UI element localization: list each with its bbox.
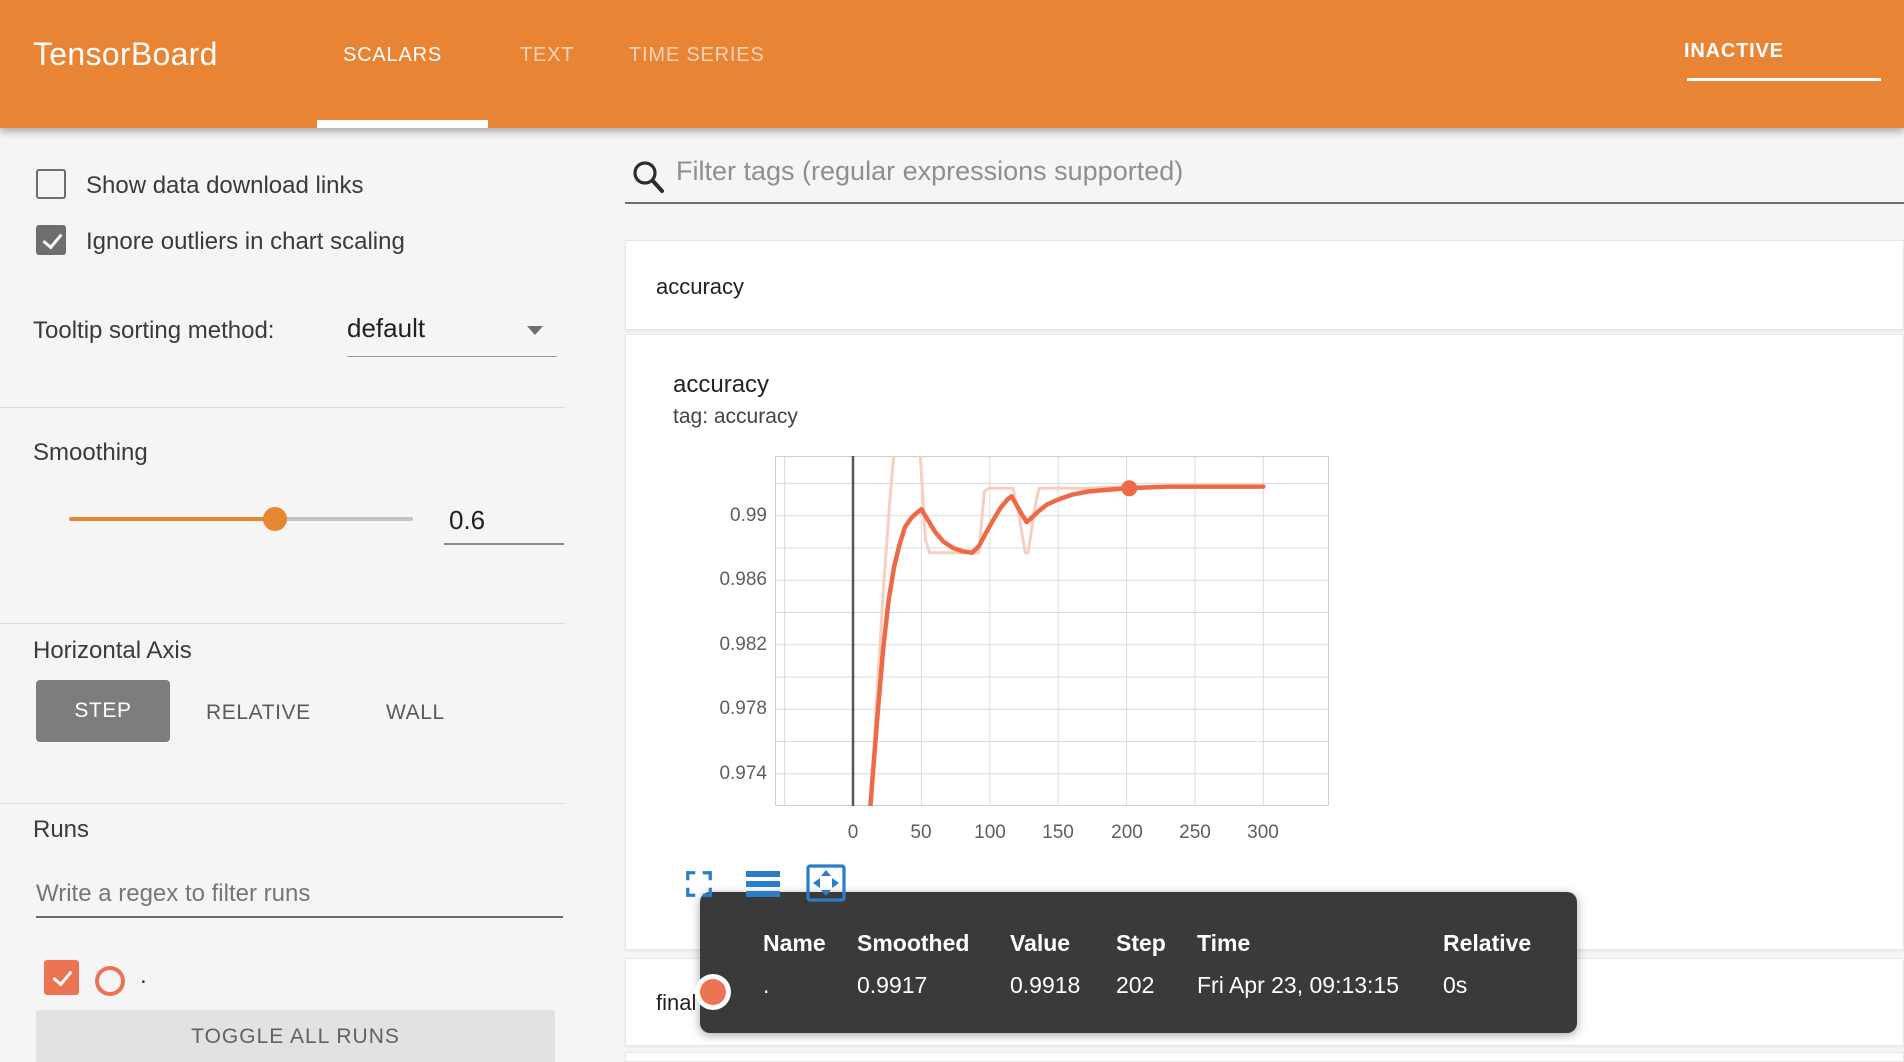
active-tab-underline (317, 120, 488, 128)
app-header: TensorBoard SCALARS TEXT TIME SERIES INA… (0, 0, 1904, 128)
smoothing-value[interactable]: 0.6 (449, 505, 485, 536)
smoothing-slider-track-filled[interactable] (69, 517, 274, 521)
chevron-down-icon[interactable] (527, 326, 543, 335)
fit-domain-icon[interactable] (805, 863, 847, 903)
status-selector[interactable]: INACTIVE (1684, 40, 1784, 63)
runs-label: Runs (33, 816, 89, 844)
chart-title: accuracy (673, 371, 769, 399)
tab-text[interactable]: TEXT (520, 44, 574, 67)
tab-scalars[interactable]: SCALARS (343, 44, 442, 67)
tensorboard-app: TensorBoard SCALARS TEXT TIME SERIES INA… (0, 0, 1904, 1062)
tooltip-col-name: Name (763, 930, 826, 957)
smoothing-value-underline (444, 543, 564, 545)
axis-option-wall[interactable]: WALL (386, 701, 445, 725)
x-tick-label: 0 (823, 822, 883, 844)
chart-subtitle: tag: accuracy (673, 405, 798, 429)
tooltip-run-swatch (695, 974, 731, 1010)
tooltip-sorting-label: Tooltip sorting method: (33, 317, 274, 345)
status-underline (1687, 78, 1881, 81)
tooltip-time-value: Fri Apr 23, 09:13:15 (1197, 972, 1399, 999)
x-tick-label: 200 (1097, 822, 1157, 844)
divider (0, 623, 565, 624)
dropdown-underline (347, 356, 557, 357)
axis-option-relative[interactable]: RELATIVE (206, 701, 311, 725)
show-download-links-label: Show data download links (86, 172, 364, 200)
tag-filter-input[interactable] (674, 155, 1678, 188)
run-filter-input[interactable] (36, 880, 563, 918)
tooltip-sorting-dropdown[interactable]: default (347, 313, 425, 344)
chart-plot[interactable] (775, 456, 1329, 806)
expand-selection-icon[interactable] (684, 869, 714, 899)
tab-time-series[interactable]: TIME SERIES (629, 44, 765, 67)
run-color-swatch[interactable] (95, 966, 125, 996)
y-tick-label: 0.99 (689, 505, 767, 527)
axis-option-step[interactable]: STEP (36, 680, 170, 742)
x-tick-label: 100 (960, 822, 1020, 844)
smoothing-label: Smoothing (33, 439, 148, 467)
x-tick-label: 250 (1165, 822, 1225, 844)
app-title: TensorBoard (33, 36, 218, 73)
section-header-accuracy[interactable]: accuracy (625, 240, 1904, 330)
y-tick-label: 0.986 (689, 569, 767, 591)
chart-card-accuracy: accuracy tag: accuracy 0.99 0.986 0.982 0.9… (625, 334, 1904, 950)
ignore-outliers-label: Ignore outliers in chart scaling (86, 228, 405, 256)
run-name: . (140, 962, 147, 990)
tag-filter-underline (625, 202, 1904, 204)
x-tick-label: 150 (1028, 822, 1088, 844)
y-tick-label: 0.974 (689, 763, 767, 785)
tooltip-raw-value: 0.9918 (1010, 972, 1080, 999)
chart-hover-tooltip: Name Smoothed Value Step Time Relative .… (700, 892, 1577, 1033)
run-color-dot (700, 979, 726, 1005)
section-title: final (656, 990, 696, 1016)
toggle-runs-list-icon[interactable] (744, 868, 782, 900)
y-tick-label: 0.982 (689, 634, 767, 656)
show-download-links-checkbox[interactable] (36, 169, 66, 199)
divider (0, 407, 565, 408)
checkmark-icon (53, 966, 73, 987)
divider (0, 803, 565, 804)
section-title: accuracy (656, 274, 744, 300)
search-icon (630, 158, 666, 198)
ignore-outliers-checkbox[interactable] (36, 225, 66, 255)
tooltip-run-name: . (763, 972, 769, 999)
smoothing-slider-thumb[interactable] (263, 507, 287, 531)
x-tick-label: 300 (1233, 822, 1293, 844)
tooltip-smoothed-value: 0.9917 (857, 972, 927, 999)
tooltip-col-time: Time (1197, 930, 1250, 957)
x-tick-label: 50 (891, 822, 951, 844)
toggle-all-runs-button[interactable]: TOGGLE ALL RUNS (36, 1010, 555, 1062)
y-tick-label: 0.978 (689, 698, 767, 720)
horizontal-axis-label: Horizontal Axis (33, 637, 192, 665)
next-card-partial (625, 1052, 1904, 1062)
tooltip-col-relative: Relative (1443, 930, 1531, 957)
checkmark-icon (43, 229, 63, 250)
tooltip-col-step: Step (1116, 930, 1166, 957)
tooltip-step-value: 202 (1116, 972, 1154, 999)
smoothing-slider-track[interactable] (274, 517, 413, 521)
tooltip-col-smoothed: Smoothed (857, 930, 969, 957)
run-checkbox[interactable] (44, 960, 79, 995)
tooltip-col-value: Value (1010, 930, 1070, 957)
tooltip-relative-value: 0s (1443, 972, 1467, 999)
